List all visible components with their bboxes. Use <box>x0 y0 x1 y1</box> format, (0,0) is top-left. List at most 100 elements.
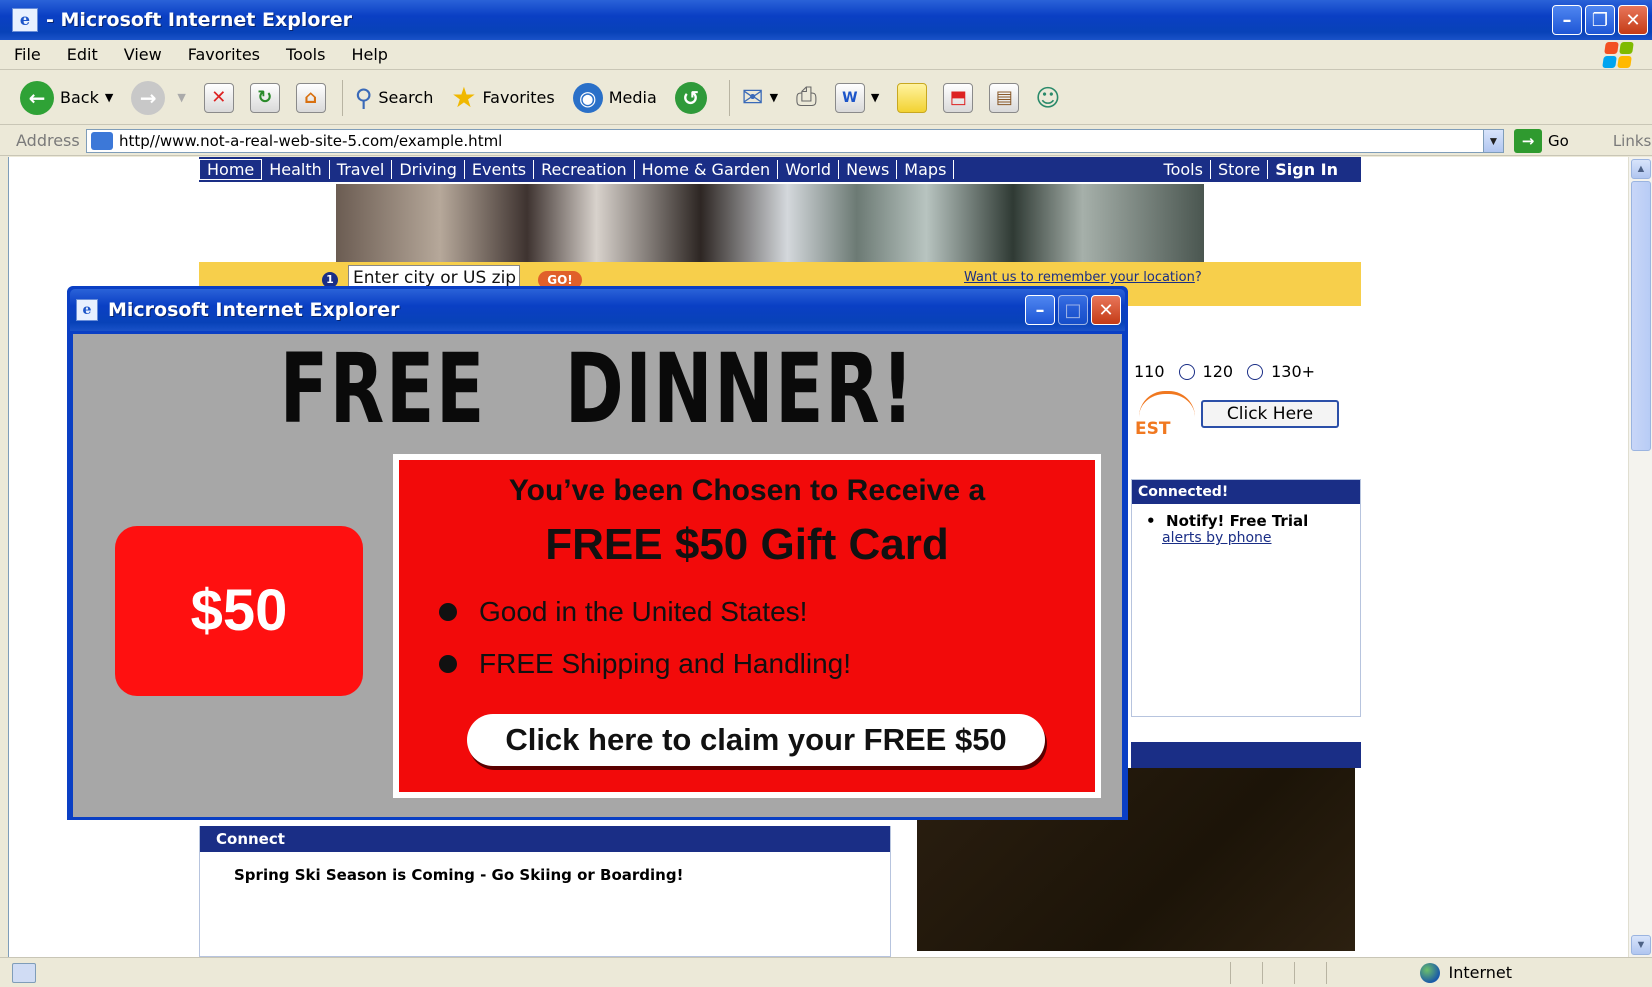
menu-favorites[interactable]: Favorites <box>188 45 260 64</box>
restore-button[interactable]: ❐ <box>1585 5 1615 35</box>
nav-home[interactable]: Home <box>199 159 263 180</box>
globe-icon <box>1420 962 1441 983</box>
nav-maps[interactable]: Maps <box>897 160 955 179</box>
scroll-thumb[interactable] <box>1631 181 1651 451</box>
media-icon: ◉ <box>572 82 603 113</box>
nav-health[interactable]: Health <box>262 160 330 179</box>
windows-logo-icon <box>1602 42 1634 68</box>
address-field[interactable]: http//www.not-a-real-web-site-5.com/exam… <box>86 128 1504 153</box>
site-nav: Home Health Travel Driving Events Recrea… <box>199 157 1361 182</box>
nav-tools[interactable]: Tools <box>1157 160 1211 179</box>
back-button[interactable]: ← Back ▼ <box>20 80 113 115</box>
menu-file[interactable]: File <box>14 45 41 64</box>
remember-location: Want us to remember your location? <box>964 270 1202 285</box>
refresh-button[interactable]: ↻ <box>249 82 280 113</box>
poll-radio-130[interactable] <box>1247 363 1264 380</box>
test-graphic-text: EST <box>1135 419 1171 439</box>
research-icon[interactable]: ⬒ <box>943 82 974 113</box>
home-button[interactable]: ⌂ <box>295 82 326 113</box>
mail-dropdown-icon[interactable]: ▼ <box>770 91 778 104</box>
word-icon: W <box>834 82 865 113</box>
contacts-button[interactable]: ☺ <box>1035 84 1060 112</box>
address-label: Address <box>16 131 80 150</box>
menu-tools[interactable]: Tools <box>286 45 325 64</box>
links-toolbar[interactable]: Links <box>1613 132 1652 150</box>
poll-options: 110 120 130+ <box>1134 362 1315 381</box>
close-button[interactable]: ✕ <box>1618 5 1648 35</box>
alerts-link[interactable]: alerts by phone <box>1162 530 1360 546</box>
offer-bullet-1: Good in the United States! <box>439 596 807 628</box>
menu-edit[interactable]: Edit <box>67 45 98 64</box>
favorites-button[interactable]: ★ Favorites <box>451 81 554 114</box>
history-icon[interactable]: ↺ <box>674 81 707 114</box>
menu-help[interactable]: Help <box>351 45 387 64</box>
nav-driving[interactable]: Driving <box>392 160 465 179</box>
mail-icon: ✉ <box>741 82 764 113</box>
status-divider <box>1326 962 1327 984</box>
media-button[interactable]: ◉ Media <box>572 82 657 113</box>
scroll-up-icon[interactable]: ▲ <box>1631 159 1651 179</box>
people-icon: ☺ <box>1035 83 1061 112</box>
connect-title: Connect <box>200 826 890 852</box>
poll-option-110: 110 <box>1134 362 1165 381</box>
search-button[interactable]: ⚲ Search <box>355 84 434 112</box>
minimize-button[interactable]: – <box>1552 5 1582 35</box>
claim-button[interactable]: Click here to claim your FREE $50 <box>467 714 1045 766</box>
popup-maximize-button[interactable]: □ <box>1058 295 1088 325</box>
edit-button[interactable]: W ▼ <box>834 82 879 113</box>
menu-view[interactable]: View <box>124 45 162 64</box>
nav-recreation[interactable]: Recreation <box>534 160 635 179</box>
menu-bar: File Edit View Favorites Tools Help <box>0 40 1652 70</box>
ad-headline: FREE DINNER! <box>279 333 916 445</box>
scroll-down-icon[interactable]: ▼ <box>1631 935 1651 955</box>
search-icon: ⚲ <box>354 83 373 112</box>
poll-click-here-button[interactable]: Click Here <box>1201 400 1339 428</box>
standard-toolbar: ← Back ▼ → ▼ ✕ ↻ ⌂ ⚲ Search ★ Favorites ◉… <box>0 71 1652 125</box>
address-url[interactable]: http//www.not-a-real-web-site-5.com/exam… <box>119 132 1483 150</box>
discuss-icon[interactable] <box>897 82 928 113</box>
connected-panel: Connected! • Notify! Free Trial alerts b… <box>1131 479 1361 717</box>
remember-location-link[interactable]: Want us to remember your location <box>964 270 1195 285</box>
edit-dropdown-icon[interactable]: ▼ <box>871 91 879 104</box>
status-divider <box>1230 962 1231 984</box>
popup-ad: FREE DINNER! $50 You’ve been Chosen to R… <box>73 334 1122 817</box>
nav-travel[interactable]: Travel <box>330 160 393 179</box>
popup-title: Microsoft Internet Explorer <box>108 299 400 321</box>
ie-icon: e <box>12 8 38 32</box>
bullet-icon <box>439 655 457 673</box>
forward-dropdown-icon[interactable]: ▼ <box>177 91 185 104</box>
nav-store[interactable]: Store <box>1211 160 1269 179</box>
nav-news[interactable]: News <box>839 160 898 179</box>
popup-close-button[interactable]: ✕ <box>1091 295 1121 325</box>
print-icon: ⎙ <box>796 82 817 112</box>
gift-card-badge[interactable]: $50 <box>115 526 363 696</box>
nav-sign-in[interactable]: Sign In <box>1268 160 1345 179</box>
popup-window-controls: – □ ✕ <box>1025 295 1121 325</box>
forward-button[interactable]: → ▼ <box>131 80 186 115</box>
back-dropdown-icon[interactable]: ▼ <box>105 91 113 104</box>
go-arrow-icon: → <box>1514 128 1542 153</box>
poll-radio-120[interactable] <box>1178 363 1195 380</box>
nav-world[interactable]: World <box>778 160 840 179</box>
connect-headline[interactable]: Spring Ski Season is Coming - Go Skiing … <box>234 866 890 884</box>
window-controls: – ❐ ✕ <box>1552 5 1648 35</box>
stop-button[interactable]: ✕ <box>203 82 234 113</box>
vertical-scrollbar[interactable]: ▲ ▼ <box>1628 157 1652 957</box>
banner-image <box>336 184 1204 262</box>
offer-bullet-2: FREE Shipping and Handling! <box>439 648 851 680</box>
messenger-icon[interactable]: ▤ <box>989 82 1020 113</box>
print-button[interactable]: ⎙ <box>796 82 817 113</box>
nav-events[interactable]: Events <box>465 160 535 179</box>
star-icon: ★ <box>451 81 477 114</box>
address-dropdown-icon[interactable]: ▼ <box>1483 129 1503 152</box>
go-button[interactable]: → Go <box>1514 128 1569 153</box>
toolbar-separator <box>341 79 343 116</box>
window-title: - Microsoft Internet Explorer <box>46 9 353 31</box>
offer-line-1: You’ve been Chosen to Receive a <box>508 474 986 507</box>
popup-minimize-button[interactable]: – <box>1025 295 1055 325</box>
page-icon <box>91 131 113 150</box>
connected-title: Connected! <box>1132 480 1360 504</box>
mail-button[interactable]: ✉ ▼ <box>742 83 778 113</box>
status-divider <box>1262 962 1263 984</box>
nav-home-garden[interactable]: Home & Garden <box>635 160 779 179</box>
